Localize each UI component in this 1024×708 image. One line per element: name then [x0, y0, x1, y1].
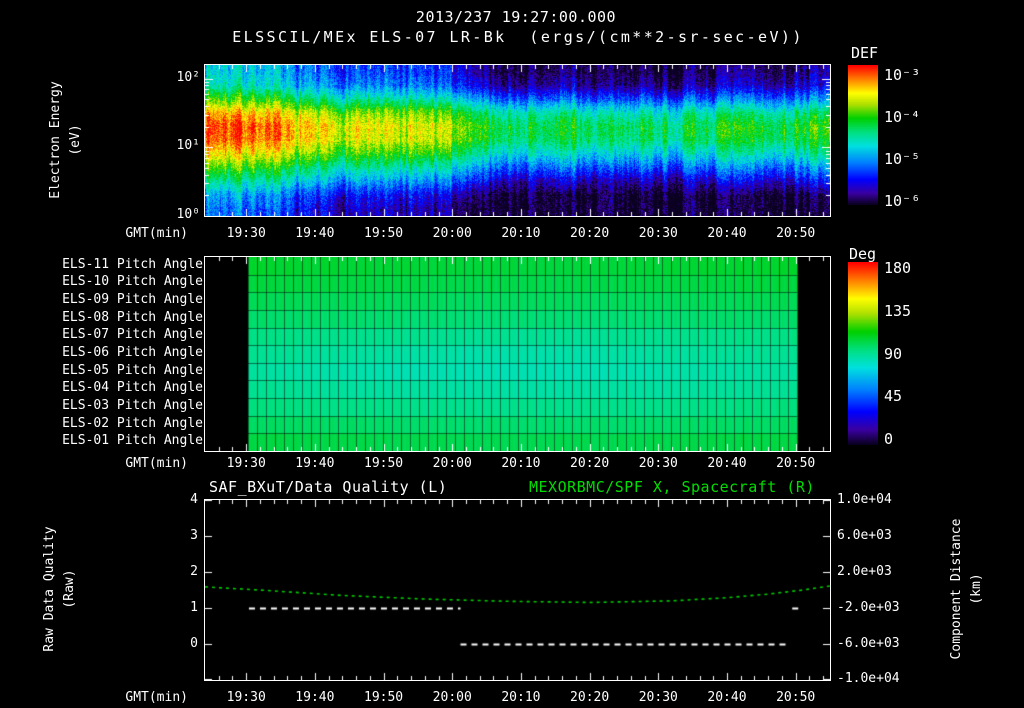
pitch-row-label: ELS-05 Pitch Angle — [62, 362, 203, 378]
time-tick-label: 20:00 — [432, 690, 472, 705]
deg-colorbar — [848, 262, 878, 445]
deg-tick-label: 180 — [884, 259, 912, 277]
time-tick-label: 20:40 — [707, 226, 747, 241]
time-tick-label: 20:30 — [638, 226, 678, 241]
time-tick-label: 19:40 — [295, 690, 335, 705]
deg-tick-label: 45 — [884, 387, 903, 405]
energy-tick-label: 10⁰ — [176, 207, 200, 222]
time-tick-label: 19:30 — [226, 690, 266, 705]
time-tick-label: 20:50 — [776, 456, 816, 471]
def-tick-label: 10⁻³ — [884, 66, 921, 84]
quality-tick-label: 4 — [190, 492, 198, 507]
gmt-axis-label-1: GMT(min) — [125, 226, 188, 241]
gmt-axis-label-3: GMT(min) — [125, 690, 188, 705]
energy-tick-label: 10² — [176, 70, 200, 85]
time-tick-label: 20:40 — [707, 456, 747, 471]
time-tick-label: 19:50 — [363, 690, 404, 705]
distance-tick-label: -2.0e+03 — [837, 600, 900, 615]
def-tick-label: 10⁻⁵ — [884, 150, 921, 168]
time-tick-label: 20:50 — [776, 690, 816, 705]
pitch-angle-panel — [204, 256, 831, 452]
deg-colorbar-label: Deg — [849, 245, 877, 263]
time-tick-label: 20:00 — [432, 456, 472, 471]
pitch-row-label: ELS-04 Pitch Angle — [62, 380, 203, 396]
pitch-row-label: ELS-08 Pitch Angle — [62, 309, 203, 325]
quality-tick-label: 3 — [190, 528, 198, 543]
quality-tick-label: 1 — [190, 600, 198, 615]
pitch-row-label: ELS-09 Pitch Angle — [62, 292, 203, 308]
time-tick-label: 20:30 — [638, 456, 678, 471]
deg-tick-label: 90 — [884, 345, 903, 363]
time-tick-label: 20:20 — [570, 690, 610, 705]
quality-tick-label: 0 — [190, 636, 198, 651]
def-tick-label: 10⁻⁶ — [884, 192, 921, 210]
time-tick-label: 20:20 — [570, 226, 610, 241]
pitch-row-label: ELS-02 Pitch Angle — [62, 415, 203, 431]
time-tick-label: 20:10 — [501, 690, 541, 705]
gmt-axis-label-2: GMT(min) — [125, 456, 188, 471]
pitch-angle-canvas — [205, 257, 830, 451]
distance-tick-label: -6.0e+03 — [837, 636, 900, 651]
quality-panel — [204, 499, 831, 681]
time-tick-label: 19:30 — [226, 456, 266, 471]
time-tick-label: 20:10 — [501, 456, 541, 471]
deg-tick-label: 135 — [884, 302, 912, 320]
distance-tick-label: -1.0e+04 — [837, 671, 900, 686]
spectrogram-canvas — [205, 65, 830, 216]
energy-tick-label: 10¹ — [176, 138, 200, 153]
pitch-row-label: ELS-01 Pitch Angle — [62, 433, 203, 449]
distance-y-axis-label: Component Distance (km) — [948, 518, 984, 660]
def-colorbar — [848, 65, 878, 205]
pitch-row-label: ELS-11 Pitch Angle — [62, 256, 203, 272]
time-tick-label: 20:20 — [570, 456, 610, 471]
spectrogram-title: ELSSCIL/MEx ELS-07 LR-Bk (ergs/(cm**2-sr… — [232, 28, 804, 46]
quality-panel-title-left: SAF_BXuT/Data Quality (L) — [209, 478, 448, 496]
time-tick-label: 20:50 — [776, 226, 816, 241]
time-tick-label: 19:40 — [295, 456, 335, 471]
plot-screen: 2013/237 19:27:00.000 ELSSCIL/MEx ELS-07… — [0, 0, 1024, 708]
spectrogram-y-axis-label: Electron Energy (eV) — [47, 81, 83, 199]
pitch-row-label: ELS-06 Pitch Angle — [62, 345, 203, 360]
time-tick-label: 19:50 — [363, 226, 404, 241]
def-colorbar-label: DEF — [851, 44, 879, 62]
time-tick-label: 19:30 — [226, 226, 266, 241]
time-tick-label: 20:30 — [638, 690, 678, 705]
spectrogram-panel — [204, 64, 831, 217]
deg-tick-label: 0 — [884, 430, 894, 448]
pitch-row-label: ELS-10 Pitch Angle — [62, 274, 203, 290]
time-tick-label: 20:40 — [707, 690, 747, 705]
datetime-title: 2013/237 19:27:00.000 — [415, 8, 617, 26]
distance-tick-label: 1.0e+04 — [837, 492, 892, 507]
pitch-row-label: ELS-03 Pitch Angle — [62, 397, 203, 413]
time-tick-label: 20:00 — [432, 226, 472, 241]
pitch-row-label: ELS-07 Pitch Angle — [62, 327, 203, 343]
def-tick-label: 10⁻⁴ — [884, 108, 921, 126]
distance-tick-label: 6.0e+03 — [837, 528, 892, 543]
quality-canvas — [205, 500, 830, 680]
time-tick-label: 19:40 — [295, 226, 335, 241]
time-tick-label: 19:50 — [363, 456, 404, 471]
distance-tick-label: 2.0e+03 — [837, 564, 892, 579]
quality-tick-label: 2 — [190, 564, 198, 579]
quality-panel-title-right: MEXORBMC/SPF X, Spacecraft (R) — [529, 478, 815, 496]
quality-y-axis-label: Raw Data Quality (Raw) — [41, 526, 77, 652]
time-tick-label: 20:10 — [501, 226, 541, 241]
